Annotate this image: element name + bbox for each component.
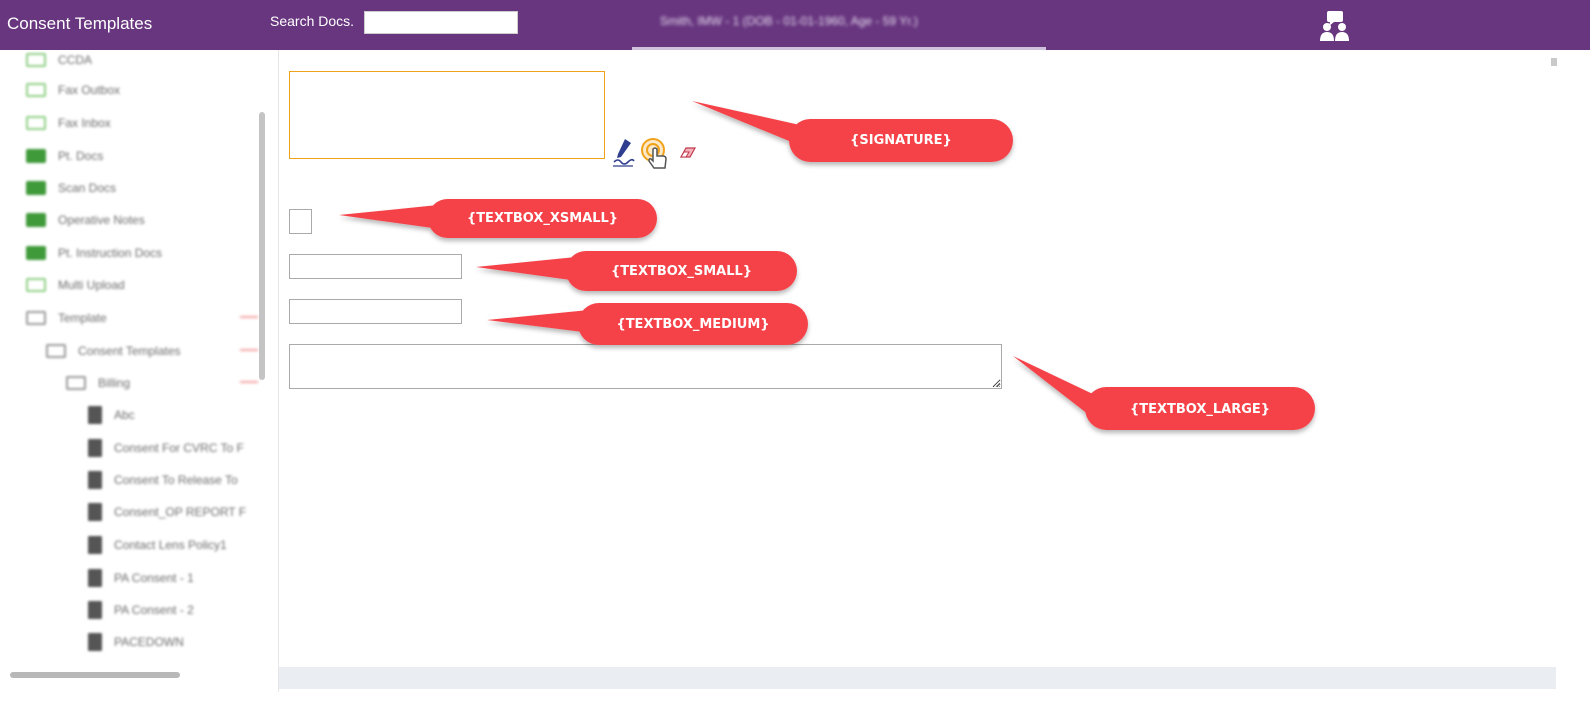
folder-filled-icon [26,149,46,163]
callout-label-textbox-large: {TEXTBOX_LARGE} [1129,401,1271,417]
textbox-medium[interactable] [289,299,462,324]
patient-info[interactable]: Smith, IMW - 1 (DOB - 01-01-1960, Age - … [660,14,918,28]
tree-item-label: Abc [114,408,135,422]
tree-item-doc[interactable]: Consent_OP REPORT F [88,502,246,522]
document-icon [88,503,102,521]
document-icon [88,633,102,651]
callout-label-textbox-xsmall: {TEXTBOX_XSMALL} [466,210,619,226]
eraser-icon[interactable] [679,146,697,160]
sidebar-vertical-scrollbar[interactable] [259,112,265,380]
folder-filled-icon [26,181,46,195]
app-title: Consent Templates [7,14,153,33]
tree-item-label: Multi Upload [58,278,125,292]
tree-item-label: Fax Inbox [58,116,111,130]
tree-item-label: Pt. Docs [58,149,104,163]
tree-item-ccda[interactable]: CCDA [26,50,92,70]
tree-item-doc[interactable]: PA Consent - 2 [88,600,194,620]
right-gutter [1557,50,1590,692]
tree-item-billing[interactable]: Billing [66,373,130,393]
tree-item-fax-inbox[interactable]: Fax Inbox [26,113,111,133]
template-icon [26,311,46,325]
folder-outline-icon [26,278,46,292]
tree-item-operative-notes[interactable]: Operative Notes [26,210,145,230]
callout-label-textbox-small: {TEXTBOX_SMALL} [610,263,753,279]
tree-item-pt-docs[interactable]: Pt. Docs [26,146,103,166]
tree-item-multi-upload[interactable]: Multi Upload [26,275,125,295]
textbox-large[interactable] [289,344,1002,389]
document-icon [88,569,102,587]
tree-item-label: Billing [98,376,131,390]
textbox-small[interactable] [289,254,462,279]
tree-item-doc[interactable]: Contact Lens Policy1 [88,535,227,555]
search-docs-input[interactable] [364,11,518,34]
touch-sign-icon[interactable] [639,137,677,171]
tree-item-label: Fax Outbox [58,83,121,97]
tree-item-label: Consent For CVRC To F [114,441,244,455]
tree-item-label: Pt. Instruction Docs [58,246,163,260]
search-label: Search Docs. [270,13,355,29]
folder-filled-icon [26,246,46,260]
signature-pen-icon[interactable] [611,137,635,167]
tree-item-label: PA Consent - 1 [114,571,194,585]
tree-item-doc[interactable]: PA Consent - 1 [88,568,194,588]
tree-item-label: Template [58,311,107,325]
tree-item-fax-outbox[interactable]: Fax Outbox [26,80,120,100]
editor-footer-bar [279,667,1556,689]
tree-item-doc[interactable]: Abc [88,405,135,425]
resize-grip-icon[interactable] [992,379,1000,387]
template-icon [46,344,66,358]
top-bar: Consent Templates Search Docs. Smith, IM… [0,0,1590,50]
document-icon [88,439,102,457]
tree-item-label: Scan Docs [58,181,117,195]
document-icon [88,406,102,424]
tree-item-doc[interactable]: PACEDOWN [88,632,184,652]
document-tree-sidebar: CCDA Fax Outbox Fax Inbox Pt. Docs Scan … [0,50,278,692]
folder-outline-icon [26,116,46,130]
tree-item-pt-instruction-docs[interactable]: Pt. Instruction Docs [26,243,162,263]
sidebar-horizontal-scrollbar[interactable] [10,672,180,678]
tree-item-scan-docs[interactable]: Scan Docs [26,178,116,198]
folder-outline-icon [26,53,46,67]
tree-item-doc[interactable]: Consent For CVRC To F [88,438,244,458]
document-icon [88,601,102,619]
tree-item-label: Consent_OP REPORT F [114,505,247,519]
tree-item-label: Operative Notes [58,213,145,227]
tree-item-consent-templates[interactable]: Consent Templates [46,341,181,361]
folder-filled-icon [26,213,46,227]
callout-label-signature: {SIGNATURE} [850,132,952,148]
chat-users-icon[interactable] [1318,9,1352,43]
document-icon [88,536,102,554]
tree-item-label: CCDA [58,53,93,67]
remove-marker[interactable] [240,316,258,318]
callout-label-textbox-medium: {TEXTBOX_MEDIUM} [616,316,770,332]
remove-marker[interactable] [240,381,258,383]
tree-item-template[interactable]: Template [26,308,107,328]
tree-item-label: Consent Templates [78,344,181,358]
tree-item-label: Contact Lens Policy1 [114,538,227,552]
template-icon [66,376,86,390]
folder-outline-icon [26,83,46,97]
document-tree: CCDA Fax Outbox Fax Inbox Pt. Docs Scan … [0,50,260,670]
tree-item-label: Consent To Release To [114,473,238,487]
scroll-indicator[interactable] [1551,58,1557,66]
textbox-xsmall[interactable] [289,209,312,234]
document-icon [88,471,102,489]
remove-marker[interactable] [240,349,258,351]
tree-item-doc[interactable]: Consent To Release To [88,470,238,490]
tree-item-label: PA Consent - 2 [114,603,194,617]
tree-item-label: PACEDOWN [114,635,184,649]
signature-pad[interactable] [289,71,605,159]
